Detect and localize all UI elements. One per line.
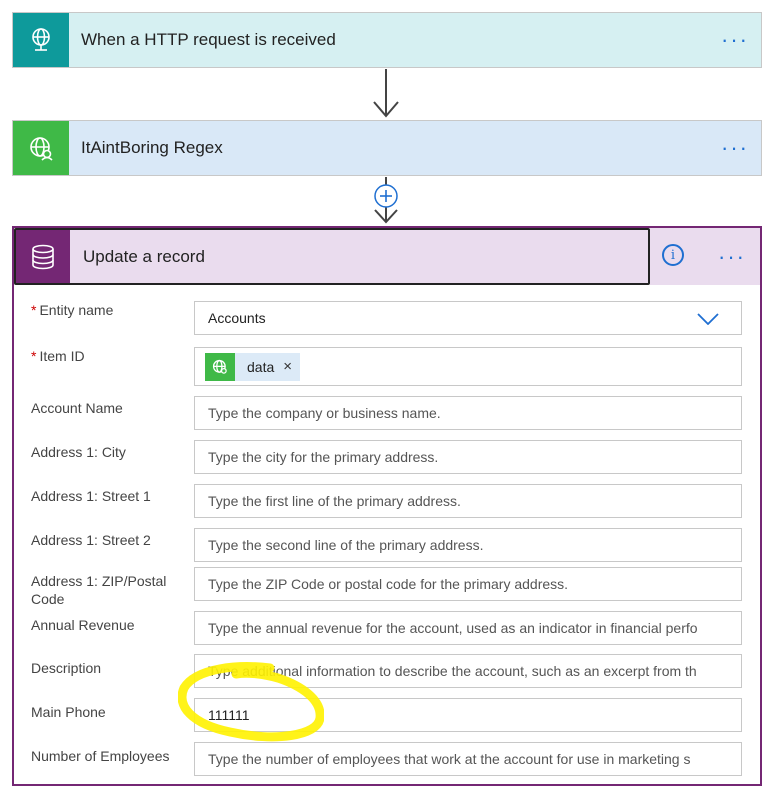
regex-token-icon: [205, 352, 235, 381]
item-id-field[interactable]: data ×: [194, 347, 742, 386]
account-name-label: Account Name: [31, 400, 123, 416]
update-record-title: Update a record: [83, 246, 205, 266]
address-street2-input[interactable]: Type the second line of the primary addr…: [194, 528, 742, 562]
token-text: data: [247, 358, 275, 375]
description-input[interactable]: Type additional information to describe …: [194, 654, 742, 688]
regex-more-menu[interactable]: ···: [721, 137, 749, 159]
annual-revenue-input[interactable]: Type the annual revenue for the account,…: [194, 611, 742, 645]
dynamic-content-token[interactable]: data ×: [205, 352, 301, 381]
address-street1-input[interactable]: Type the first line of the primary addre…: [194, 484, 742, 518]
token-remove-button[interactable]: ×: [283, 358, 292, 375]
chevron-down-icon[interactable]: [697, 313, 719, 325]
http-trigger-more-menu[interactable]: ···: [721, 29, 749, 51]
connector-arrow-icon: [373, 101, 399, 118]
main-phone-input[interactable]: 111111: [194, 698, 742, 732]
regex-connector-icon: [13, 121, 69, 175]
item-id-row: * Item ID data ×: [14, 347, 760, 386]
number-of-employees-input[interactable]: Type the number of employees that work a…: [194, 742, 742, 776]
address-city-label: Address 1: City: [31, 444, 126, 460]
entity-name-label: * Entity name: [31, 302, 114, 318]
account-name-input[interactable]: Type the company or business name.: [194, 396, 742, 430]
http-trigger-title: When a HTTP request is received: [81, 30, 336, 49]
http-trigger-card[interactable]: When a HTTP request is received ···: [12, 12, 762, 68]
main-phone-label: Main Phone: [31, 704, 106, 720]
regex-action-card[interactable]: ItAintBoring Regex ···: [12, 120, 762, 176]
entity-name-value: Accounts: [208, 310, 266, 326]
http-request-icon: [13, 13, 69, 67]
regex-action-title: ItAintBoring Regex: [81, 138, 223, 157]
main-phone-row: Main Phone 111111: [14, 698, 760, 734]
address-zip-row: Address 1: ZIP/Postal Code Type the ZIP …: [14, 567, 760, 607]
update-record-more-menu[interactable]: ···: [718, 245, 746, 268]
connector-arrow-icon: [374, 209, 398, 224]
entity-name-row: * Entity name Accounts: [14, 301, 760, 337]
update-record-header[interactable]: Update a record: [14, 228, 650, 285]
annual-revenue-label: Annual Revenue: [31, 617, 135, 633]
description-row: Description Type additional information …: [14, 654, 760, 690]
number-of-employees-label: Number of Employees: [31, 748, 170, 764]
update-record-header-actions: i ···: [650, 228, 760, 285]
database-icon: [16, 230, 70, 283]
address-zip-input[interactable]: Type the ZIP Code or postal code for the…: [194, 567, 742, 601]
address-street1-label: Address 1: Street 1: [31, 488, 151, 504]
update-record-card: Update a record i ··· * Entity name Accou…: [12, 226, 762, 786]
address-street2-row: Address 1: Street 2 Type the second line…: [14, 528, 760, 564]
account-name-row: Account Name Type the company or busines…: [14, 396, 760, 432]
address-street1-row: Address 1: Street 1 Type the first line …: [14, 484, 760, 520]
address-city-row: Address 1: City Type the city for the pr…: [14, 440, 760, 476]
annual-revenue-row: Annual Revenue Type the annual revenue f…: [14, 611, 760, 647]
item-id-label: * Item ID: [31, 348, 85, 364]
address-zip-label: Address 1: ZIP/Postal Code: [31, 573, 167, 607]
address-street2-label: Address 1: Street 2: [31, 532, 151, 548]
add-step-button[interactable]: [374, 184, 398, 208]
info-icon[interactable]: i: [662, 244, 684, 266]
address-city-input[interactable]: Type the city for the primary address.: [194, 440, 742, 474]
description-label: Description: [31, 660, 102, 676]
number-of-employees-row: Number of Employees Type the number of e…: [14, 742, 760, 778]
entity-name-dropdown[interactable]: Accounts: [194, 301, 742, 335]
